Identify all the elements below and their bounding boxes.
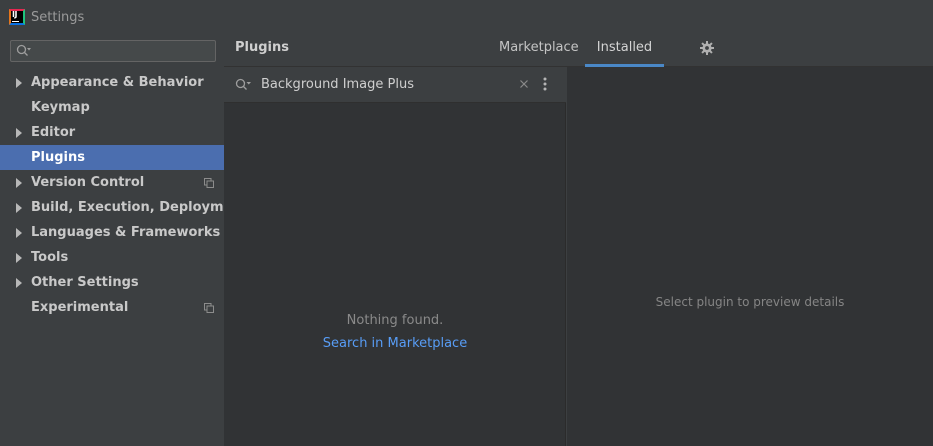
- tree-item-plugins[interactable]: Plugins: [0, 145, 224, 170]
- plugin-list-pane: Background Image Plus Nothing found. Sea…: [224, 67, 566, 446]
- tab-marketplace[interactable]: Marketplace: [499, 40, 579, 67]
- tree-item-label: Languages & Frameworks: [31, 225, 221, 240]
- tree-item-label: Version Control: [31, 175, 145, 190]
- plugin-search-input[interactable]: Background Image Plus: [261, 77, 414, 92]
- expand-arrow-icon[interactable]: [16, 278, 22, 288]
- details-placeholder: Select plugin to preview details: [655, 295, 845, 309]
- tree-item-editor[interactable]: Editor: [0, 120, 224, 145]
- settings-search-input[interactable]: [10, 40, 216, 62]
- plugin-search-field[interactable]: Background Image Plus: [224, 67, 566, 103]
- tree-item-label: Other Settings: [31, 275, 139, 290]
- project-settings-icon: [204, 178, 214, 188]
- window-title: Settings: [31, 9, 85, 25]
- expand-arrow-icon[interactable]: [16, 128, 22, 138]
- expand-arrow-icon[interactable]: [16, 78, 22, 88]
- settings-window: IJ Settings Appearance & Behavior Keymap…: [0, 0, 933, 446]
- tree-item-label: Tools: [31, 250, 69, 265]
- tree-item-appearance-behavior[interactable]: Appearance & Behavior: [0, 70, 224, 95]
- plugins-page: Plugins Marketplace Installed Background…: [224, 34, 933, 446]
- project-settings-icon: [204, 303, 214, 313]
- plugin-details-pane: Select plugin to preview details: [567, 67, 933, 446]
- tab-installed-label: Installed: [596, 40, 653, 55]
- tree-item-tools[interactable]: Tools: [0, 245, 224, 270]
- empty-result-message: Nothing found.: [346, 313, 444, 328]
- tree-item-label: Experimental: [31, 300, 129, 315]
- intellij-idea-icon: IJ: [9, 9, 25, 25]
- tree-item-languages-frameworks[interactable]: Languages & Frameworks: [0, 220, 224, 245]
- more-options-icon[interactable]: [542, 77, 548, 91]
- tree-item-label: Editor: [31, 125, 76, 140]
- search-icon: [235, 78, 251, 90]
- search-in-marketplace-link[interactable]: Search in Marketplace: [224, 336, 566, 351]
- settings-sidebar: Appearance & Behavior Keymap Editor Plug…: [0, 34, 248, 446]
- settings-tree: Appearance & Behavior Keymap Editor Plug…: [0, 70, 248, 320]
- tree-item-experimental[interactable]: Experimental: [0, 295, 224, 320]
- tree-item-keymap[interactable]: Keymap: [0, 95, 224, 120]
- clear-icon[interactable]: [519, 79, 529, 89]
- tree-item-label: Build, Execution, Deployment: [31, 200, 248, 215]
- tree-item-other-settings[interactable]: Other Settings: [0, 270, 224, 295]
- expand-arrow-icon[interactable]: [16, 228, 22, 238]
- tree-item-label: Keymap: [31, 100, 90, 115]
- tree-item-build-execution-deployment[interactable]: Build, Execution, Deployment: [0, 195, 248, 220]
- expand-arrow-icon[interactable]: [16, 178, 22, 188]
- search-icon: [16, 44, 31, 56]
- tab-installed[interactable]: Installed: [585, 40, 664, 67]
- tree-item-label: Plugins: [31, 150, 85, 165]
- plugins-header: Plugins Marketplace Installed: [224, 34, 933, 67]
- tree-item-label: Appearance & Behavior: [31, 75, 204, 90]
- tree-item-version-control[interactable]: Version Control: [0, 170, 224, 195]
- title-bar: IJ Settings: [0, 0, 933, 34]
- page-title: Plugins: [235, 40, 289, 55]
- expand-arrow-icon[interactable]: [16, 253, 22, 263]
- gear-icon[interactable]: [700, 41, 714, 55]
- expand-arrow-icon[interactable]: [16, 203, 22, 213]
